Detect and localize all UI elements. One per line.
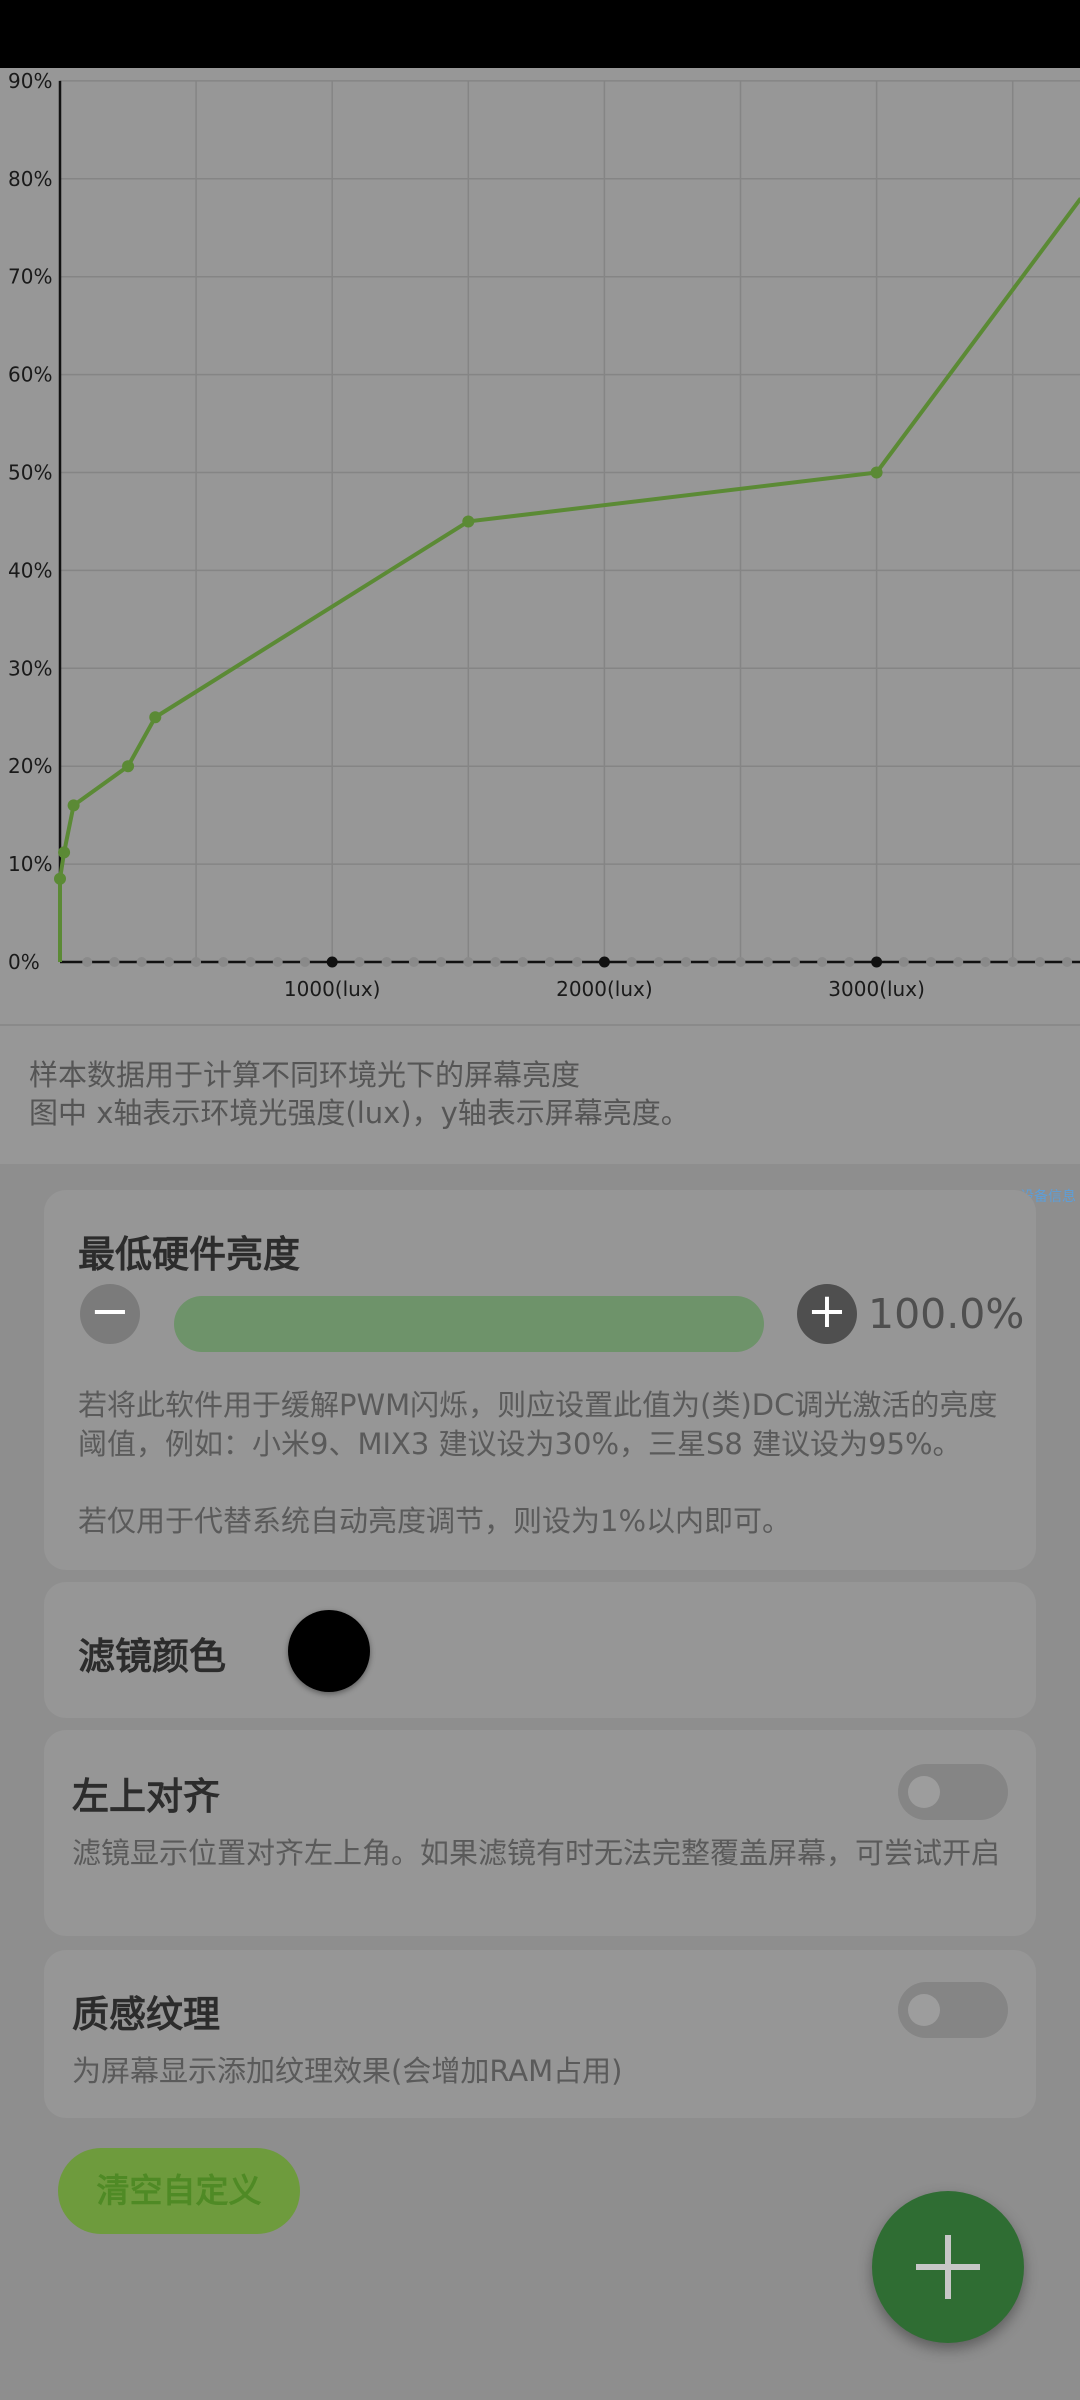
data-point — [67, 799, 80, 812]
texture-toggle[interactable] — [898, 1982, 1008, 2038]
x-minor-tick — [109, 957, 120, 967]
data-point — [54, 872, 66, 885]
x-minor-tick — [381, 957, 392, 967]
filter-color-card[interactable]: 滤镜颜色 — [44, 1582, 1036, 1718]
x-minor-tick — [653, 957, 664, 967]
x-minor-tick — [544, 957, 555, 967]
brightness-chart[interactable]: 0% 10% 20% 30% 40% 50% 60% 70% 80% 90% 1000(lux) 20… — [0, 68, 1080, 1024]
increase-button[interactable]: + — [797, 1284, 857, 1344]
data-point — [149, 711, 162, 724]
x-minor-tick — [762, 957, 773, 967]
y-tick-label: 20% — [8, 754, 52, 778]
y-tick-label: 60% — [8, 363, 52, 387]
series-line — [58, 197, 1080, 962]
x-minor-tick — [817, 957, 828, 967]
min-brightness-card: 最低硬件亮度 − + 100.0% 若将此软件用于缓解PWM闪烁，则应设置此值为… — [44, 1190, 1036, 1570]
y-tick-label: 30% — [8, 656, 52, 680]
texture-title: 质感纹理 — [72, 1993, 220, 2036]
x-minor-tick — [82, 957, 93, 967]
data-point — [58, 846, 71, 859]
y-tick-label: 40% — [8, 558, 52, 582]
x-minor-tick — [299, 957, 310, 967]
min-brightness-desc1: 若将此软件用于缓解PWM闪烁，则应设置此值为(类)DC调光激活的亮度阈值，例如：… — [78, 1388, 998, 1461]
x-major-tick — [871, 956, 883, 968]
brightness-slider[interactable] — [174, 1296, 764, 1352]
y-tick-label: 80% — [8, 167, 52, 191]
x-minor-tick — [436, 957, 447, 967]
add-button[interactable] — [872, 2191, 1024, 2343]
x-minor-tick — [408, 957, 419, 967]
filter-color-title: 滤镜颜色 — [78, 1635, 226, 1678]
x-minor-tick — [490, 957, 501, 967]
plus-icon: + — [806, 1283, 848, 1339]
toggle-knob — [908, 1994, 940, 2026]
x-minor-tick — [953, 957, 964, 967]
x-minor-tick — [354, 957, 365, 967]
align-top-left-title: 左上对齐 — [72, 1775, 220, 1818]
x-minor-tick — [789, 957, 800, 967]
x-major-tick — [326, 956, 338, 968]
data-point — [122, 760, 135, 773]
x-minor-tick — [1007, 957, 1018, 967]
data-point — [870, 466, 883, 479]
data-point — [462, 515, 475, 528]
x-minor-tick — [463, 957, 474, 967]
x-minor-tick — [218, 957, 229, 967]
y-tick-label: 70% — [8, 265, 52, 289]
x-minor-tick — [1062, 957, 1073, 967]
x-minor-tick — [735, 957, 746, 967]
status-bar — [0, 0, 1080, 68]
align-top-left-toggle[interactable] — [898, 1764, 1008, 1820]
y-tick-label: 50% — [8, 461, 52, 485]
clear-custom-button[interactable]: 清空自定义 — [58, 2148, 300, 2234]
x-minor-tick — [844, 957, 855, 967]
min-brightness-desc2: 若仅用于代替系统自动亮度调节，则设为1%以内即可。 — [78, 1504, 792, 1538]
x-minor-tick — [681, 957, 692, 967]
x-minor-tick — [517, 957, 528, 967]
x-minor-tick — [708, 957, 719, 967]
min-brightness-title: 最低硬件亮度 — [78, 1233, 300, 1276]
x-minor-tick — [272, 957, 283, 967]
y-tick-label: 0% — [8, 950, 40, 974]
x-minor-tick — [980, 957, 991, 967]
chart-description-line2: 图中 x轴表示环境光强度(lux)，y轴表示屏幕亮度。 — [29, 1096, 690, 1130]
decrease-button[interactable]: − — [80, 1284, 140, 1344]
align-top-left-desc: 滤镜显示位置对齐左上角。如果滤镜有时无法完整覆盖屏幕，可尝试开启 — [72, 1836, 1001, 1870]
x-minor-tick — [626, 957, 637, 967]
x-minor-tick — [1034, 957, 1045, 967]
x-tick-label: 1000(lux) — [284, 977, 381, 1001]
x-minor-tick — [136, 957, 147, 967]
toggle-knob — [908, 1776, 940, 1808]
chart-description: 样本数据用于计算不同环境光下的屏幕亮度 图中 x轴表示环境光强度(lux)，y轴… — [0, 1024, 1080, 1164]
y-tick-label: 90% — [8, 69, 52, 93]
filter-color-swatch[interactable] — [288, 1610, 370, 1692]
x-minor-tick — [572, 957, 583, 967]
texture-card: 质感纹理 为屏幕显示添加纹理效果(会增加RAM占用) — [44, 1950, 1036, 2118]
x-tick-label: 3000(lux) — [828, 977, 925, 1001]
x-minor-tick — [163, 957, 174, 967]
x-tick-label: 2000(lux) — [556, 977, 653, 1001]
align-top-left-card: 左上对齐 滤镜显示位置对齐左上角。如果滤镜有时无法完整覆盖屏幕，可尝试开启 — [44, 1730, 1036, 1936]
x-minor-tick — [245, 957, 256, 967]
x-major-tick — [598, 956, 610, 968]
x-minor-tick — [926, 957, 937, 967]
brightness-value: 100.0% — [868, 1290, 1025, 1338]
chart-svg[interactable]: 0% 10% 20% 30% 40% 50% 60% 70% 80% 90% 1000(lux) 20… — [0, 68, 1080, 1024]
texture-desc: 为屏幕显示添加纹理效果(会增加RAM占用) — [72, 2054, 623, 2088]
x-minor-tick — [191, 957, 202, 967]
minus-icon: − — [89, 1283, 131, 1339]
x-minor-tick — [898, 957, 909, 967]
chart-description-line1: 样本数据用于计算不同环境光下的屏幕亮度 — [29, 1058, 581, 1092]
y-tick-label: 10% — [8, 852, 52, 876]
